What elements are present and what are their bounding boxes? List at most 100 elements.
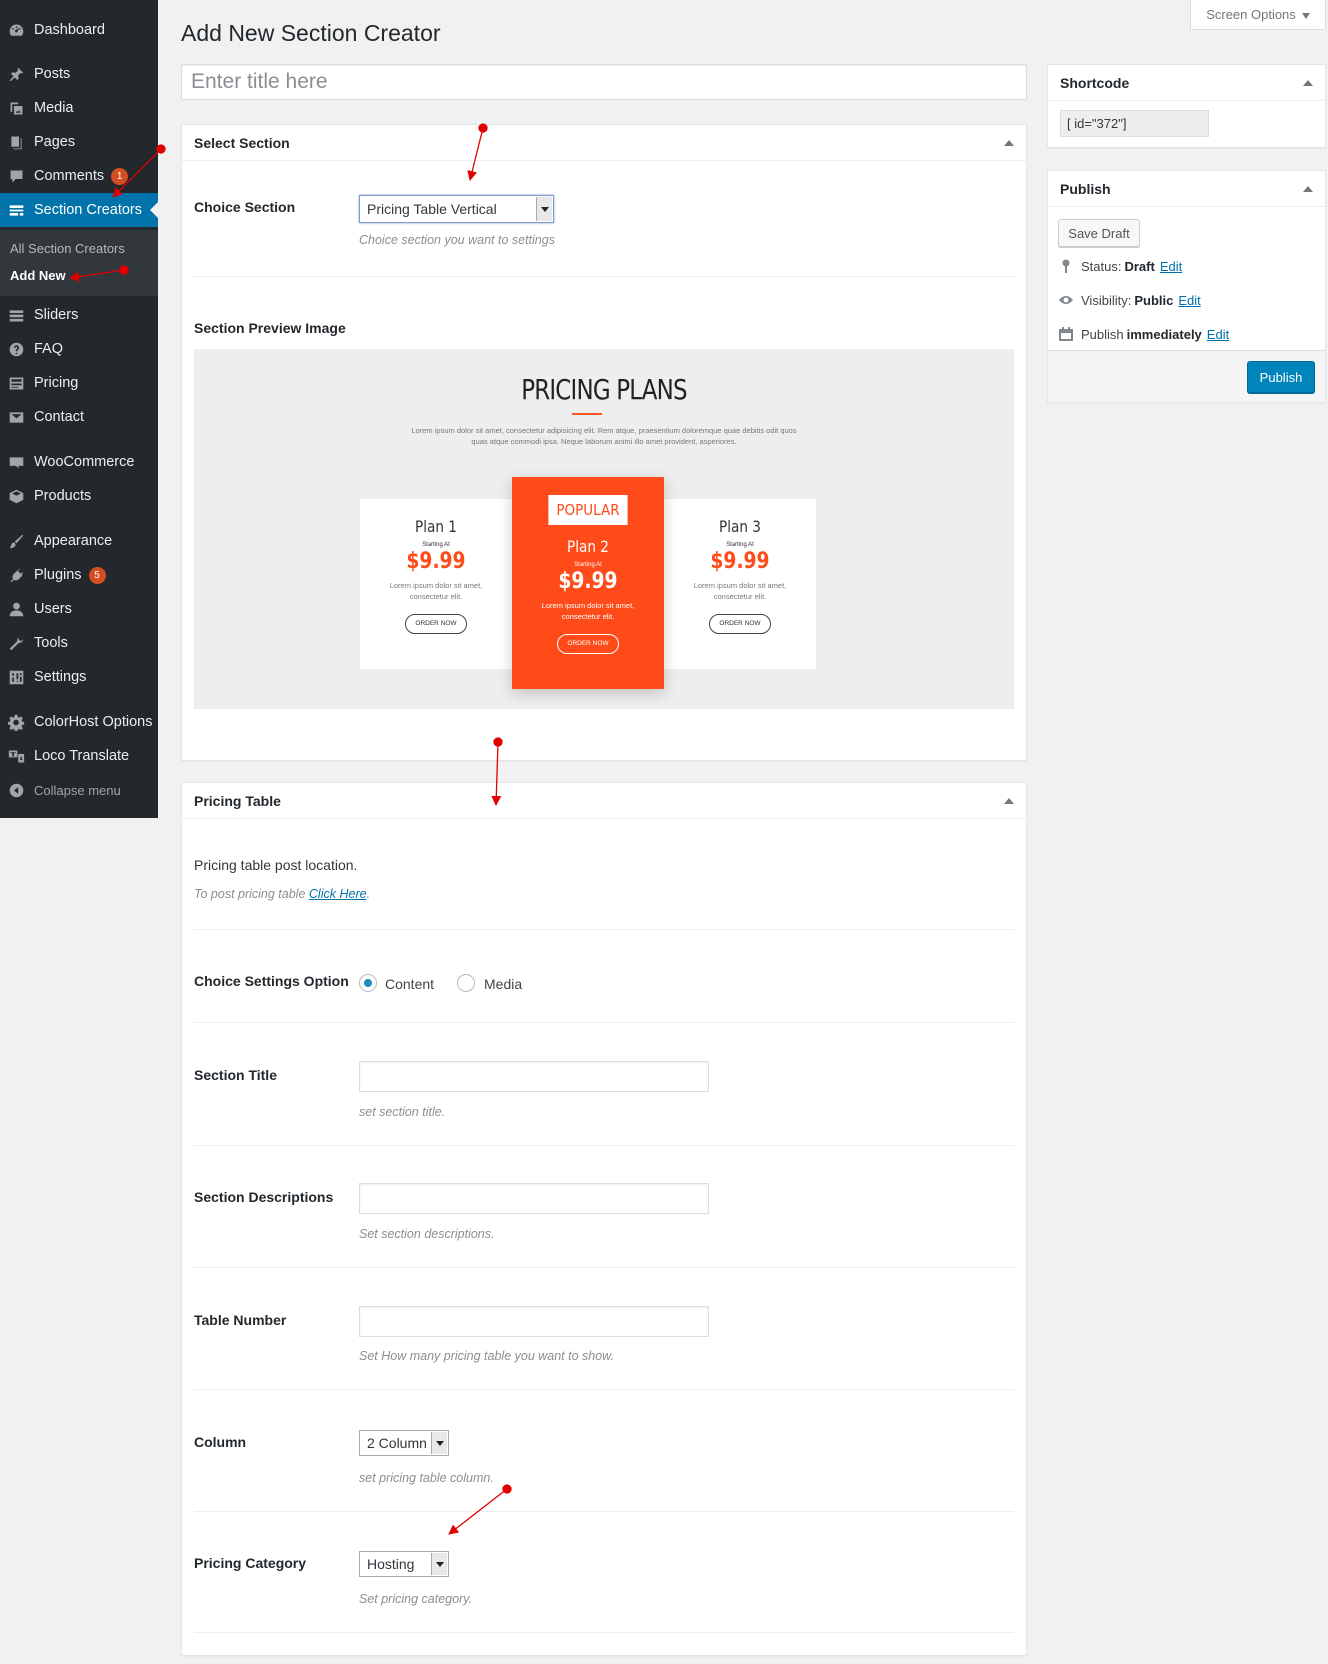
click-here-link[interactable]: Click Here xyxy=(309,887,367,901)
visibility-label: Visibility: xyxy=(1081,292,1132,308)
caret-down-icon xyxy=(1301,12,1310,19)
menu-label: Comments xyxy=(34,168,105,184)
comment-icon xyxy=(7,167,25,185)
post-title-input[interactable] xyxy=(181,64,1027,100)
pushpin-icon xyxy=(7,65,25,83)
pricing-category-select[interactable]: Hosting xyxy=(359,1551,449,1577)
menu-users[interactable]: Users xyxy=(0,592,158,626)
menu-loco-translate[interactable]: Loco Translate xyxy=(0,739,158,773)
collapse-menu-button[interactable]: Collapse menu xyxy=(0,773,158,807)
menu-faq[interactable]: FAQ xyxy=(0,332,158,366)
collapse-toggle-icon[interactable] xyxy=(1004,797,1014,804)
content-radio[interactable] xyxy=(359,974,377,992)
choice-section-label: Choice Section xyxy=(194,199,296,215)
dropdown-arrow-icon xyxy=(431,1432,447,1454)
menu-woocommerce[interactable]: WooCommerce xyxy=(0,445,158,479)
menu-contact[interactable]: Contact xyxy=(0,400,158,434)
page-title: Add New Section Creator xyxy=(181,20,441,46)
menu-pricing[interactable]: Pricing xyxy=(0,366,158,400)
select-section-box: Select Section Choice Section Pricing Ta… xyxy=(181,124,1027,761)
section-preview-image: PRICING PLANS Lorem ipsum dolor sit amet… xyxy=(194,349,1014,709)
pricing-category-label: Pricing Category xyxy=(194,1555,307,1571)
section-title-label: Section Title xyxy=(194,1067,277,1083)
submenu-add-new[interactable]: Add New xyxy=(10,268,66,283)
comments-count-badge: 1 xyxy=(111,167,129,185)
choice-section-value: Pricing Table Vertical xyxy=(367,201,497,217)
brush-icon xyxy=(7,532,25,550)
collapse-toggle-icon[interactable] xyxy=(1303,79,1313,86)
column-desc: set pricing table column. xyxy=(359,1471,494,1485)
menu-sliders[interactable]: Sliders xyxy=(0,298,158,332)
menu-products[interactable]: Products xyxy=(0,479,158,513)
eye-icon xyxy=(1059,296,1073,304)
menu-dashboard[interactable]: Dashboard xyxy=(0,13,158,47)
status-label: Status: xyxy=(1081,258,1122,274)
shortcode-field[interactable]: [ id="372"] xyxy=(1060,110,1209,137)
menu-posts[interactable]: Posts xyxy=(0,57,158,91)
pages-icon xyxy=(7,133,25,151)
collapse-toggle-icon[interactable] xyxy=(1303,185,1313,192)
menu-section-creators[interactable]: Section Creators xyxy=(0,193,158,227)
menu-label: Sliders xyxy=(34,307,79,323)
collapse-toggle-icon[interactable] xyxy=(1004,139,1014,146)
media-radio[interactable] xyxy=(457,974,475,992)
menu-plugins[interactable]: Plugins 5 xyxy=(0,558,158,592)
plan-desc: Lorem ipsum dolor sit amet, consectetur … xyxy=(541,601,635,621)
menu-label: Loco Translate xyxy=(34,748,130,764)
menu-media[interactable]: Media xyxy=(0,91,158,125)
section-creators-submenu: All Section Creators Add New xyxy=(0,230,158,296)
divider xyxy=(194,1022,1014,1023)
menu-label: Pages xyxy=(34,134,76,150)
menu-pages[interactable]: Pages xyxy=(0,125,158,159)
pin-icon xyxy=(1062,259,1070,273)
menu-label: FAQ xyxy=(34,341,64,357)
edit-status-link[interactable]: Edit xyxy=(1160,259,1182,274)
table-number-label: Table Number xyxy=(194,1312,287,1328)
edit-visibility-link[interactable]: Edit xyxy=(1178,293,1200,308)
menu-label: Contact xyxy=(34,409,84,425)
pricing-table-header[interactable]: Pricing Table xyxy=(182,783,1026,819)
save-draft-button[interactable]: Save Draft xyxy=(1058,219,1140,247)
choice-section-select[interactable]: Pricing Table Vertical xyxy=(359,195,554,223)
divider xyxy=(194,276,1014,277)
menu-appearance[interactable]: Appearance xyxy=(0,524,158,558)
media-icon xyxy=(7,99,25,117)
plug-icon xyxy=(7,566,25,584)
publish-actions: Publish xyxy=(1048,350,1325,402)
column-value: 2 Column xyxy=(367,1435,427,1451)
shortcode-header[interactable]: Shortcode xyxy=(1048,65,1325,101)
menu-tools[interactable]: Tools xyxy=(0,626,158,660)
publish-button[interactable]: Publish xyxy=(1247,361,1315,393)
menu-colorhost-options[interactable]: ColorHost Options xyxy=(0,705,158,739)
edit-publish-time-link[interactable]: Edit xyxy=(1207,327,1229,342)
table-number-input[interactable] xyxy=(359,1306,709,1337)
plugins-update-badge: 5 xyxy=(88,566,106,584)
pricing-table-box: Pricing Table Pricing table post locatio… xyxy=(181,782,1027,1656)
menu-label: Collapse menu xyxy=(34,782,121,798)
section-title-input[interactable] xyxy=(359,1061,709,1092)
screen-options-button[interactable]: Screen Options xyxy=(1190,0,1326,30)
content-radio-label: Content xyxy=(385,976,435,992)
choice-section-desc: Choice section you want to settings xyxy=(359,233,555,247)
section-title-desc: set section title. xyxy=(359,1105,446,1119)
wrench-icon xyxy=(7,634,25,652)
status-value: Draft xyxy=(1124,258,1155,274)
user-icon xyxy=(7,600,25,618)
slider-icon xyxy=(7,306,25,324)
menu-settings[interactable]: Settings xyxy=(0,660,158,694)
menu-comments[interactable]: Comments 1 xyxy=(0,159,158,193)
products-icon xyxy=(7,487,25,505)
column-select[interactable]: 2 Column xyxy=(359,1430,449,1456)
publish-header[interactable]: Publish xyxy=(1048,171,1325,207)
select-section-header[interactable]: Select Section xyxy=(182,125,1026,161)
translate-icon xyxy=(7,747,25,765)
publish-time-row: Publish immediately Edit xyxy=(1058,326,1229,342)
submenu-all-section-creators[interactable]: All Section Creators xyxy=(10,241,125,256)
dropdown-arrow-icon xyxy=(431,1553,447,1575)
question-icon xyxy=(7,340,25,358)
menu-label: Appearance xyxy=(34,533,113,549)
plan-desc: Lorem ipsum dolor sit amet, consectetur … xyxy=(389,581,483,601)
section-descriptions-input[interactable] xyxy=(359,1183,709,1214)
menu-label: Plugins xyxy=(34,567,82,583)
section-preview-label: Section Preview Image xyxy=(194,320,346,336)
